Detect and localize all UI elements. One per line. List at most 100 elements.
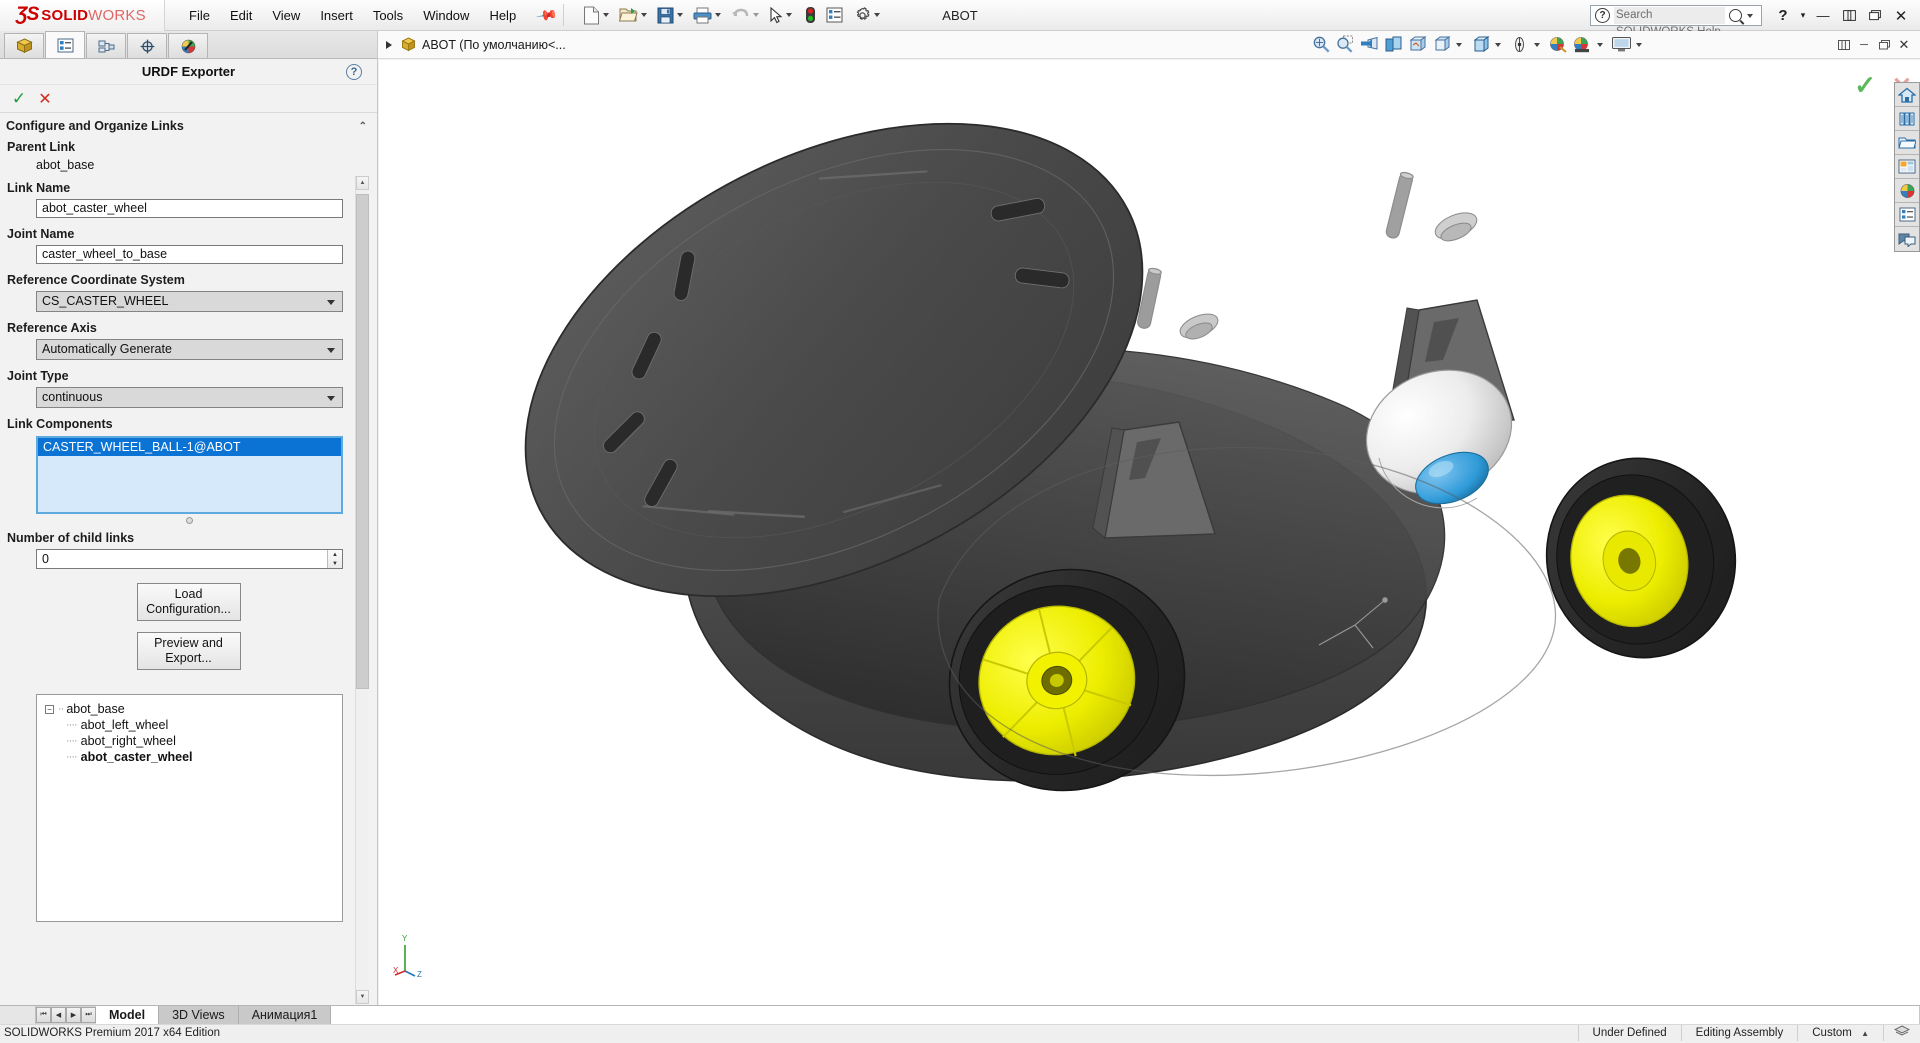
doc-maximize-button[interactable] bbox=[1874, 33, 1894, 57]
chevron-down-icon[interactable] bbox=[603, 13, 609, 17]
joint-type-select[interactable]: continuous bbox=[36, 387, 343, 408]
tab-nav-first-icon[interactable]: ⏮ bbox=[36, 1007, 51, 1023]
previous-view-icon[interactable] bbox=[1357, 33, 1381, 57]
cancel-button[interactable]: ✕ bbox=[32, 87, 58, 111]
chevron-down-icon[interactable] bbox=[1636, 43, 1642, 47]
save-icon[interactable] bbox=[655, 2, 691, 28]
load-configuration-button[interactable]: Load Configuration... bbox=[137, 583, 241, 621]
minimize-button[interactable]: — bbox=[1810, 3, 1836, 29]
configuration-manager-tab[interactable] bbox=[86, 33, 126, 58]
feature-manager-tab[interactable] bbox=[4, 33, 44, 58]
link-name-input[interactable]: abot_caster_wheel bbox=[36, 199, 343, 218]
dimxpert-manager-tab[interactable] bbox=[127, 33, 167, 58]
panel-scrollbar[interactable]: ▲ ▼ bbox=[355, 176, 368, 1004]
scrollbar-thumb[interactable] bbox=[356, 194, 369, 689]
accept-button[interactable]: ✓ bbox=[6, 87, 32, 111]
property-manager-tab[interactable] bbox=[45, 31, 85, 58]
chevron-down-icon[interactable] bbox=[327, 348, 335, 353]
help-search-box[interactable]: ? Search SOLIDWORKS Help bbox=[1590, 5, 1762, 26]
display-style-icon[interactable] bbox=[1429, 33, 1453, 57]
tab-model[interactable]: Model bbox=[96, 1006, 159, 1025]
expand-triangle-icon[interactable] bbox=[386, 41, 392, 49]
view-palette-icon[interactable] bbox=[1895, 155, 1919, 179]
graphics-viewport[interactable]: ✓ ✕ Y X Z bbox=[379, 60, 1920, 1005]
chevron-down-icon[interactable] bbox=[327, 300, 335, 305]
chevron-down-icon[interactable] bbox=[1747, 14, 1753, 18]
chevron-down-icon[interactable] bbox=[753, 13, 759, 17]
menu-file[interactable]: File bbox=[179, 4, 220, 27]
apply-scene-icon[interactable] bbox=[1507, 33, 1531, 57]
tab-nav-next-icon[interactable]: ▶ bbox=[66, 1007, 81, 1023]
display-manager-tab[interactable] bbox=[168, 33, 208, 58]
chevron-down-icon[interactable] bbox=[677, 13, 683, 17]
options-list-icon[interactable] bbox=[821, 2, 848, 28]
chevron-down-icon[interactable] bbox=[1456, 43, 1462, 47]
chevron-down-icon[interactable] bbox=[1495, 43, 1501, 47]
menu-window[interactable]: Window bbox=[413, 4, 479, 27]
status-units[interactable]: Custom ▲ bbox=[1797, 1025, 1883, 1041]
list-item[interactable]: CASTER_WHEEL_BALL-1@ABOT bbox=[38, 438, 341, 456]
tab-animation1[interactable]: Анимация1 bbox=[239, 1006, 332, 1025]
chevron-down-icon[interactable] bbox=[715, 13, 721, 17]
scroll-down-arrow[interactable]: ▼ bbox=[356, 990, 369, 1004]
chevron-down-icon[interactable] bbox=[1534, 43, 1540, 47]
close-button[interactable]: ✕ bbox=[1888, 3, 1914, 29]
chevron-down-icon[interactable] bbox=[874, 13, 880, 17]
new-document-icon[interactable] bbox=[581, 2, 617, 28]
tab-nav-prev-icon[interactable]: ◀ bbox=[51, 1007, 66, 1023]
tree-item-abot-left-wheel[interactable]: ···· abot_left_wheel bbox=[45, 717, 342, 733]
print-icon[interactable] bbox=[691, 2, 729, 28]
joint-name-input[interactable]: caster_wheel_to_base bbox=[36, 245, 343, 264]
solidworks-forum-icon[interactable] bbox=[1895, 227, 1919, 251]
search-input[interactable]: Search SOLIDWORKS Help bbox=[1614, 7, 1725, 24]
select-cursor-icon[interactable] bbox=[767, 2, 800, 28]
chevron-up-icon[interactable]: ⌃ bbox=[359, 121, 367, 132]
reference-axis-select[interactable]: Automatically Generate bbox=[36, 339, 343, 360]
doc-minimize-button[interactable]: ─ bbox=[1854, 33, 1874, 57]
graphics-confirm-accept-icon[interactable]: ✓ bbox=[1854, 70, 1876, 101]
stepper-down-icon[interactable]: ▼ bbox=[328, 559, 342, 568]
link-components-listbox[interactable]: CASTER_WHEEL_BALL-1@ABOT bbox=[36, 436, 343, 514]
layers-icon[interactable] bbox=[1883, 1025, 1920, 1041]
chevron-down-icon[interactable] bbox=[641, 13, 647, 17]
stepper-arrows[interactable]: ▲ ▼ bbox=[327, 550, 342, 568]
zoom-to-area-icon[interactable] bbox=[1333, 33, 1357, 57]
help-icon[interactable]: ? bbox=[346, 64, 362, 80]
link-tree[interactable]: − ·· abot_base ···· abot_left_wheel ····… bbox=[36, 694, 343, 922]
scroll-up-arrow[interactable]: ▲ bbox=[356, 176, 369, 190]
doc-close-button[interactable]: ✕ bbox=[1894, 33, 1914, 57]
chevron-down-icon[interactable] bbox=[1597, 43, 1603, 47]
settings-gear-icon[interactable] bbox=[848, 2, 888, 28]
chevron-down-icon[interactable] bbox=[786, 13, 792, 17]
solidworks-resources-icon[interactable] bbox=[1895, 83, 1919, 107]
open-document-icon[interactable] bbox=[617, 2, 655, 28]
tree-item-abot-caster-wheel[interactable]: ···· abot_caster_wheel bbox=[45, 749, 342, 765]
viewport-icon[interactable] bbox=[1609, 33, 1633, 57]
custom-properties-icon[interactable] bbox=[1895, 203, 1919, 227]
listbox-resize-handle[interactable] bbox=[36, 514, 343, 526]
pushpin-icon[interactable]: 📌 bbox=[535, 3, 559, 27]
zoom-to-fit-icon[interactable] bbox=[1309, 33, 1333, 57]
view-orientation-icon[interactable] bbox=[1405, 33, 1429, 57]
reference-coordinate-system-select[interactable]: CS_CASTER_WHEEL bbox=[36, 291, 343, 312]
file-explorer-icon[interactable] bbox=[1895, 131, 1919, 155]
section-view-icon[interactable] bbox=[1381, 33, 1405, 57]
tree-root-node[interactable]: − ·· abot_base bbox=[45, 701, 342, 717]
configure-organize-links-section[interactable]: Configure and Organize Links ⌃ bbox=[0, 113, 377, 135]
robot-model-3d[interactable] bbox=[379, 60, 1920, 1005]
menu-tools[interactable]: Tools bbox=[363, 4, 413, 27]
tree-item-abot-right-wheel[interactable]: ···· abot_right_wheel bbox=[45, 733, 342, 749]
undo-icon[interactable] bbox=[729, 2, 767, 28]
tab-nav-last-icon[interactable]: ⏭ bbox=[81, 1007, 96, 1023]
doc-restore-button[interactable] bbox=[1834, 33, 1854, 57]
help-button[interactable]: ? bbox=[1770, 3, 1796, 29]
number-of-child-links-stepper[interactable]: 0 ▲ ▼ bbox=[36, 549, 343, 569]
rebuild-icon[interactable] bbox=[800, 2, 821, 28]
design-library-icon[interactable] bbox=[1895, 107, 1919, 131]
stepper-up-icon[interactable]: ▲ bbox=[328, 550, 342, 559]
appearances-scenes-icon[interactable] bbox=[1895, 179, 1919, 203]
chevron-down-icon[interactable] bbox=[327, 396, 335, 401]
menu-view[interactable]: View bbox=[262, 4, 310, 27]
preview-and-export-button[interactable]: Preview and Export... bbox=[137, 632, 241, 670]
hide-show-items-icon[interactable] bbox=[1468, 33, 1492, 57]
